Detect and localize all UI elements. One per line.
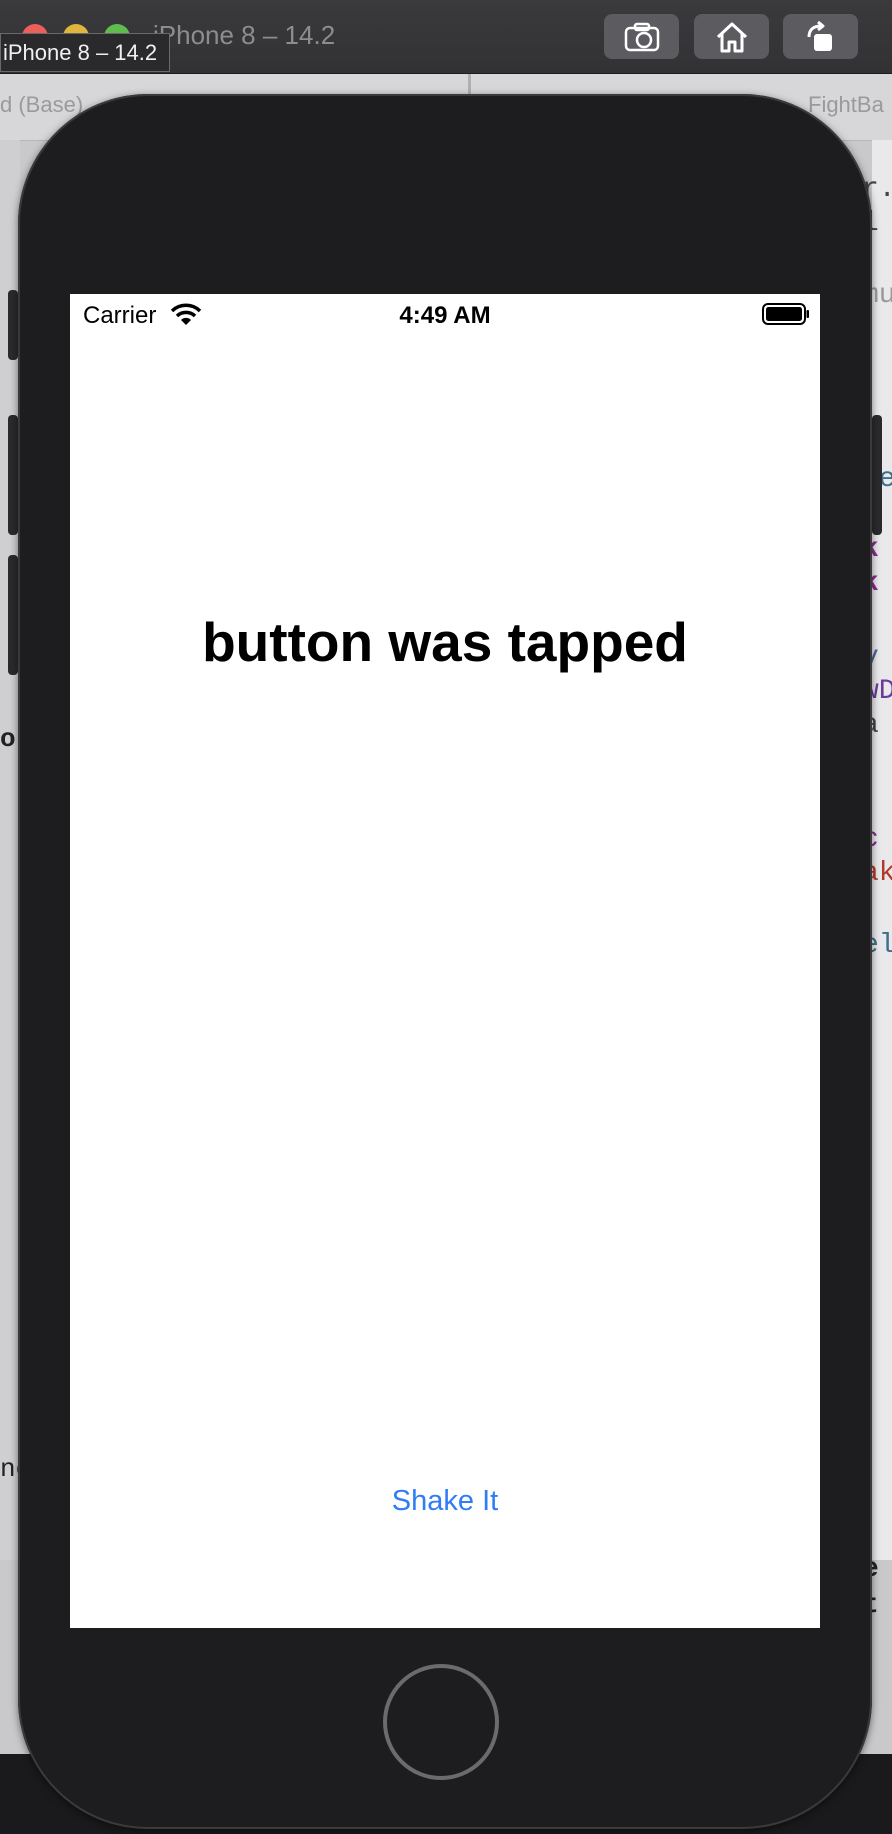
carrier-label: Carrier [83, 302, 157, 329]
home-button[interactable] [383, 1664, 499, 1780]
wifi-icon [170, 303, 202, 325]
rotate-button[interactable] [783, 14, 858, 59]
volume-down-button [8, 555, 18, 675]
screenshot-button[interactable] [604, 14, 679, 59]
home-icon [716, 22, 747, 52]
window-title: iPhone 8 – 14.2 [153, 20, 336, 50]
rotate-icon [807, 20, 832, 51]
shake-it-button[interactable]: Shake It [345, 1476, 545, 1526]
status-time: 4:49 AM [399, 302, 491, 329]
home-toolbar-button[interactable] [694, 14, 769, 59]
iphone-screen: Carrier 4:49 AM button was tapped Shake … [70, 294, 820, 1628]
battery-icon [762, 303, 809, 325]
xcode-left-tab[interactable]: d (Base) [0, 92, 83, 118]
mute-switch [8, 290, 18, 360]
power-button [872, 415, 882, 535]
xcode-right-tab[interactable]: FightBa [808, 92, 884, 118]
status-bar: Carrier 4:49 AM [70, 294, 820, 334]
camera-icon [624, 22, 659, 51]
window-tooltip: iPhone 8 – 14.2 [0, 33, 171, 72]
volume-up-button [8, 415, 18, 535]
navigator-fragment: o [0, 724, 16, 754]
status-message: button was tapped [202, 611, 688, 673]
